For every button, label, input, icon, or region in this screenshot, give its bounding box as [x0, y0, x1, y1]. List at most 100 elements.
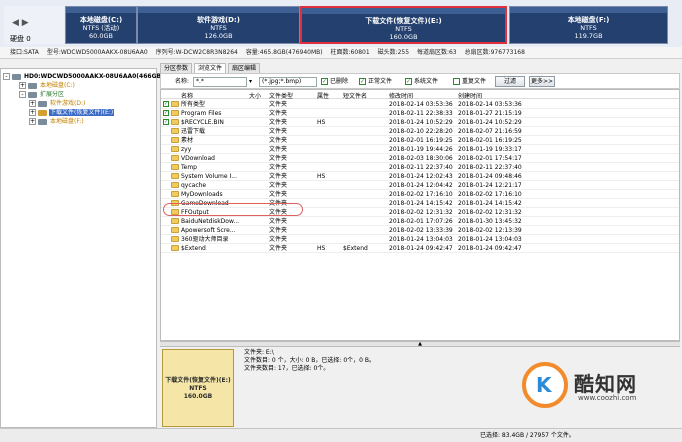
table-row[interactable]: VDownload 文件夹 2018-02-03 18:30:06 2018-02-0…	[161, 154, 679, 163]
check-deleted[interactable]: ✓ 已删除	[321, 77, 348, 87]
hard-disk-icon	[12, 73, 21, 80]
cell-type: 文件夹	[269, 146, 288, 153]
folder-icon	[171, 110, 179, 116]
tree-label: 下载文件(恢复文件)(E:)	[49, 109, 115, 116]
cell-modified: 2018-02-10 22:28:20	[389, 128, 453, 135]
watermark-brand: 酷知网	[574, 372, 637, 396]
tree-extended-partition[interactable]: - 扩展分区	[19, 90, 65, 99]
partition-d[interactable]: 软件游戏(D:) NTFS 126.0GB	[137, 6, 300, 44]
cell-modified: 2018-02-02 13:33:39	[389, 227, 453, 234]
folder-icon	[171, 164, 179, 170]
check-normal[interactable]: ✓ 正常文件	[359, 77, 392, 87]
folder-icon	[171, 119, 179, 125]
cell-attr: HS	[317, 245, 326, 252]
info-heads: 磁头数:255	[377, 49, 410, 56]
checkbox-icon: ✓	[359, 78, 366, 85]
expand-icon[interactable]: +	[19, 82, 26, 89]
partition-f[interactable]: 本地磁盘(F:) NTFS 119.7GB	[509, 6, 668, 44]
table-row[interactable]: BaiduNetdiskDow... 文件夹 2018-02-01 17:07:26…	[161, 217, 679, 226]
col-type[interactable]: 文件类型	[269, 91, 293, 100]
table-row[interactable]: ✓ Program Files 文件夹 2018-02-11 22:38:33 2018…	[161, 109, 679, 118]
partition-fs: NTFS	[395, 25, 412, 33]
table-row[interactable]: System Volume I... 文件夹 HS 2018-01-24 12:02:…	[161, 172, 679, 181]
name-filter-label: 名称:	[175, 78, 190, 85]
cell-type: 文件夹	[269, 236, 288, 243]
cell-name: 迅雷下载	[181, 128, 206, 135]
tree-partition-f[interactable]: + 本地磁盘(F:)	[29, 117, 85, 126]
cell-created: 2018-02-02 17:16:10	[458, 191, 522, 198]
partition-icon	[28, 82, 37, 89]
partition-e[interactable]: 下载文件(恢复文件)(E:) NTFS 160.0GB	[300, 6, 507, 44]
tree-partition-c[interactable]: + 本地磁盘(C:)	[19, 81, 76, 90]
table-row[interactable]: 迅雷下载 文件夹 2018-02-10 22:28:20 2018-02-07 21:…	[161, 127, 679, 136]
col-modified[interactable]: 修改时间	[389, 91, 413, 100]
collapse-icon[interactable]: -	[3, 73, 10, 80]
col-shortname[interactable]: 短文件名	[343, 91, 367, 100]
table-row[interactable]: qycache 文件夹 2018-01-24 12:04:42 2018-01-24 …	[161, 181, 679, 190]
cell-created: 2018-01-24 13:04:03	[458, 236, 522, 243]
tab-partition-params[interactable]: 分区参数	[160, 63, 193, 73]
check-label: 正常文件	[368, 78, 393, 85]
row-checkbox[interactable]: ✓	[163, 119, 169, 125]
extension-filter-input[interactable]: (*.jpg;*.bmp)	[259, 77, 317, 87]
table-row[interactable]: zyy 文件夹 2018-01-19 19:44:26 2018-01-19 19:3…	[161, 145, 679, 154]
highlight-ellipse	[163, 203, 303, 216]
cell-created: 2018-02-01 17:54:17	[458, 155, 522, 162]
tree-partition-e[interactable]: + 下载文件(恢复文件)(E:)	[29, 108, 115, 117]
tree-partition-d[interactable]: + 软件游戏(D:)	[29, 99, 86, 108]
disk-nav-arrows[interactable]: ◀ ▶	[12, 18, 29, 28]
tab-sector-edit[interactable]: 扇区编辑	[228, 63, 261, 73]
table-row[interactable]: 360驱动大师目录 文件夹 2018-01-24 13:04:03 2018-01-2…	[161, 235, 679, 244]
cell-modified: 2018-02-14 03:53:36	[389, 101, 453, 108]
check-system[interactable]: ✓ 系统文件	[405, 77, 438, 87]
table-row[interactable]: 素材 文件夹 2018-02-01 16:19:25 2018-02-01 16:19…	[161, 136, 679, 145]
table-row[interactable]: ✓ 所有类型 文件夹 2018-02-14 03:53:36 2018-02-14 03…	[161, 100, 679, 109]
collapse-icon[interactable]: -	[19, 91, 26, 98]
name-filter-input[interactable]: *.*	[193, 77, 247, 87]
cell-type: 文件夹	[269, 245, 288, 252]
cell-attr: HS	[317, 173, 326, 180]
cell-name: MyDownloads	[181, 191, 223, 198]
col-size[interactable]: 大小	[249, 91, 261, 100]
cell-created: 2018-02-11 22:37:40	[458, 164, 522, 171]
checkbox-icon: ✓	[405, 78, 412, 85]
splitter[interactable]: ▲	[160, 341, 680, 347]
folder-icon	[171, 218, 179, 224]
row-checkbox[interactable]: ✓	[163, 101, 169, 107]
dropdown-icon[interactable]: ▾	[249, 77, 252, 87]
cell-modified: 2018-02-11 22:37:40	[389, 164, 453, 171]
cell-name: 素材	[181, 137, 194, 144]
partition-c[interactable]: 本地磁盘(C:) NTFS (活动) 60.0GB	[65, 6, 137, 44]
row-checkbox[interactable]: ✓	[163, 110, 169, 116]
table-row[interactable]: Temp 文件夹 2018-02-11 22:37:40 2018-02-11 22:…	[161, 163, 679, 172]
cell-modified: 2018-01-24 12:02:43	[389, 173, 453, 180]
cell-type: 文件夹	[269, 227, 288, 234]
cell-name: Apowersoft Scre...	[181, 227, 236, 234]
table-row[interactable]: MyDownloads 文件夹 2018-02-02 17:16:10 2018-02…	[161, 190, 679, 199]
table-row[interactable]: $Extend 文件夹 HS $Extend 2018-01-24 09:42:47 20…	[161, 244, 679, 253]
col-created[interactable]: 创建时间	[458, 91, 482, 100]
check-duplicate[interactable]: 重复文件	[453, 77, 486, 87]
folder-icon	[171, 182, 179, 188]
filter-button[interactable]: 过滤	[495, 76, 525, 87]
tree-disk-hd0[interactable]: - HD0:WDCWD5000AAKX-08U6AA0(466GB)	[3, 72, 165, 81]
cell-modified: 2018-01-24 10:52:29	[389, 119, 453, 126]
cell-modified: 2018-02-01 17:07:26	[389, 218, 453, 225]
info-model: 型号:WDCWD5000AAKX-08U6AA0	[46, 49, 148, 56]
cell-modified: 2018-02-02 17:16:10	[389, 191, 453, 198]
check-label: 已删除	[330, 78, 349, 85]
cell-created: 2018-02-02 12:31:32	[458, 209, 522, 216]
more-button[interactable]: 更多>>	[529, 76, 555, 87]
table-row[interactable]: ✓ $RECYCLE.BIN 文件夹 HS 2018-01-24 10:52:29 201…	[161, 118, 679, 127]
preview-fs: NTFS	[189, 385, 207, 392]
expand-icon[interactable]: +	[29, 100, 36, 107]
expand-icon[interactable]: +	[29, 109, 36, 116]
col-name[interactable]: 名称	[181, 91, 193, 100]
table-row[interactable]: Apowersoft Scre... 文件夹 2018-02-02 13:33:39…	[161, 226, 679, 235]
cell-name: zyy	[181, 146, 192, 153]
tab-browse-files[interactable]: 浏览文件	[194, 63, 227, 73]
expand-icon[interactable]: +	[29, 118, 36, 125]
col-attr[interactable]: 属性	[317, 91, 329, 100]
status-bar: 已选择: 83.4GB / 27957 个文件。	[0, 428, 682, 442]
cell-created: 2018-01-19 19:33:17	[458, 146, 522, 153]
